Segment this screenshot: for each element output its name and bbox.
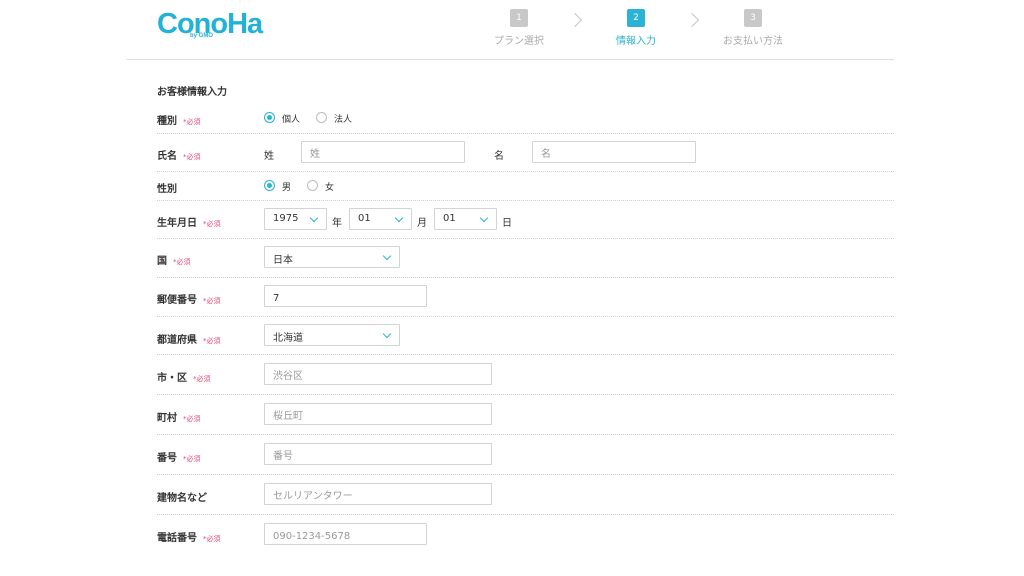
- chevron-down-icon: [394, 213, 404, 223]
- required-mark: *必須: [183, 415, 201, 423]
- phone-input[interactable]: [265, 526, 426, 547]
- last-name-field[interactable]: [301, 141, 465, 165]
- row-divider: [157, 200, 894, 201]
- postal-code-label: 郵便番号 *必須: [157, 295, 221, 306]
- type-corporate-radio[interactable]: [316, 112, 327, 123]
- form-title: お客様情報入力: [157, 87, 227, 98]
- required-mark: *必須: [203, 535, 221, 543]
- first-name-input[interactable]: [533, 144, 695, 165]
- step-info-input: 2 情報入力: [586, 5, 686, 47]
- step-payment-method: 3 お支払い方法: [703, 5, 803, 47]
- town-label: 町村 *必須: [157, 413, 201, 424]
- required-mark: *必須: [203, 337, 221, 345]
- required-mark: *必須: [203, 297, 221, 305]
- country-value: 日本: [273, 255, 293, 266]
- chevron-down-icon: [479, 213, 489, 223]
- gender-male-label[interactable]: 男: [282, 180, 291, 193]
- step-number: 2: [627, 9, 645, 27]
- logo-byline: by GMO: [190, 33, 214, 39]
- conoha-logo[interactable]: ConoHa by GMO: [157, 8, 263, 43]
- type-individual-radio[interactable]: [264, 112, 275, 123]
- row-divider: [157, 434, 894, 435]
- chevron-down-icon: [382, 251, 392, 261]
- last-name-label: 姓: [264, 151, 274, 162]
- header-divider: [127, 59, 894, 60]
- step-label: お支払い方法: [723, 36, 783, 47]
- chevron-right-icon: [684, 12, 700, 28]
- birth-day-value: 01: [443, 213, 456, 224]
- row-divider: [157, 238, 894, 239]
- town-field[interactable]: [264, 403, 492, 427]
- required-mark: *必須: [193, 375, 211, 383]
- row-divider: [157, 316, 894, 317]
- type-corporate-label[interactable]: 法人: [334, 112, 352, 125]
- prefecture-value: 北海道: [273, 333, 303, 344]
- address-number-label: 番号 *必須: [157, 453, 201, 464]
- first-name-field[interactable]: [532, 141, 696, 165]
- year-unit: 年: [332, 218, 342, 229]
- building-input[interactable]: [265, 486, 491, 507]
- row-divider: [157, 354, 894, 355]
- chevron-down-icon: [309, 213, 319, 223]
- birth-year-select[interactable]: 1975: [264, 208, 327, 230]
- gender-female-label[interactable]: 女: [325, 180, 334, 193]
- row-divider: [157, 133, 894, 134]
- building-field[interactable]: [264, 483, 492, 507]
- required-mark: *必須: [183, 153, 201, 161]
- country-select[interactable]: 日本: [264, 246, 400, 268]
- prefecture-label: 都道府県 *必須: [157, 335, 221, 346]
- country-label: 国 *必須: [157, 256, 191, 267]
- birth-year-value: 1975: [273, 213, 299, 224]
- phone-field[interactable]: [264, 523, 427, 547]
- month-unit: 月: [417, 218, 427, 229]
- row-divider: [157, 394, 894, 395]
- name-label: 氏名 *必須: [157, 151, 201, 162]
- required-mark: *必須: [203, 220, 221, 228]
- birth-day-select[interactable]: 01: [434, 208, 497, 230]
- birth-month-select[interactable]: 01: [349, 208, 412, 230]
- row-divider: [157, 474, 894, 475]
- birthday-label: 生年月日 *必須: [157, 218, 221, 229]
- last-name-input[interactable]: [302, 144, 464, 165]
- address-number-field[interactable]: [264, 443, 492, 467]
- row-divider: [157, 514, 894, 515]
- first-name-label: 名: [494, 151, 504, 162]
- row-divider: [157, 277, 894, 278]
- gender-label: 性別: [157, 184, 177, 195]
- step-label: プラン選択: [494, 36, 544, 47]
- required-mark: *必須: [183, 455, 201, 463]
- city-label: 市・区 *必須: [157, 373, 211, 384]
- required-mark: *必須: [173, 258, 191, 266]
- prefecture-select[interactable]: 北海道: [264, 324, 400, 346]
- building-label: 建物名など: [157, 493, 207, 504]
- type-label: 種別 *必須: [157, 116, 201, 127]
- chevron-right-icon: [567, 12, 583, 28]
- step-number: 3: [744, 9, 762, 27]
- step-number: 1: [510, 9, 528, 27]
- day-unit: 日: [502, 218, 512, 229]
- gender-female-radio[interactable]: [307, 180, 318, 191]
- town-input[interactable]: [265, 406, 491, 427]
- birth-month-value: 01: [358, 213, 371, 224]
- step-label: 情報入力: [616, 36, 656, 47]
- row-divider: [157, 171, 894, 172]
- postal-code-field[interactable]: [264, 285, 427, 309]
- address-number-input[interactable]: [265, 446, 491, 467]
- gender-male-radio[interactable]: [264, 180, 275, 191]
- city-input[interactable]: [265, 366, 491, 387]
- city-field[interactable]: [264, 363, 492, 387]
- chevron-down-icon: [382, 329, 392, 339]
- type-individual-label[interactable]: 個人: [282, 112, 300, 125]
- phone-label: 電話番号 *必須: [157, 533, 221, 544]
- step-plan-select: 1 プラン選択: [469, 5, 569, 47]
- postal-code-input[interactable]: [265, 288, 426, 309]
- required-mark: *必須: [183, 118, 201, 126]
